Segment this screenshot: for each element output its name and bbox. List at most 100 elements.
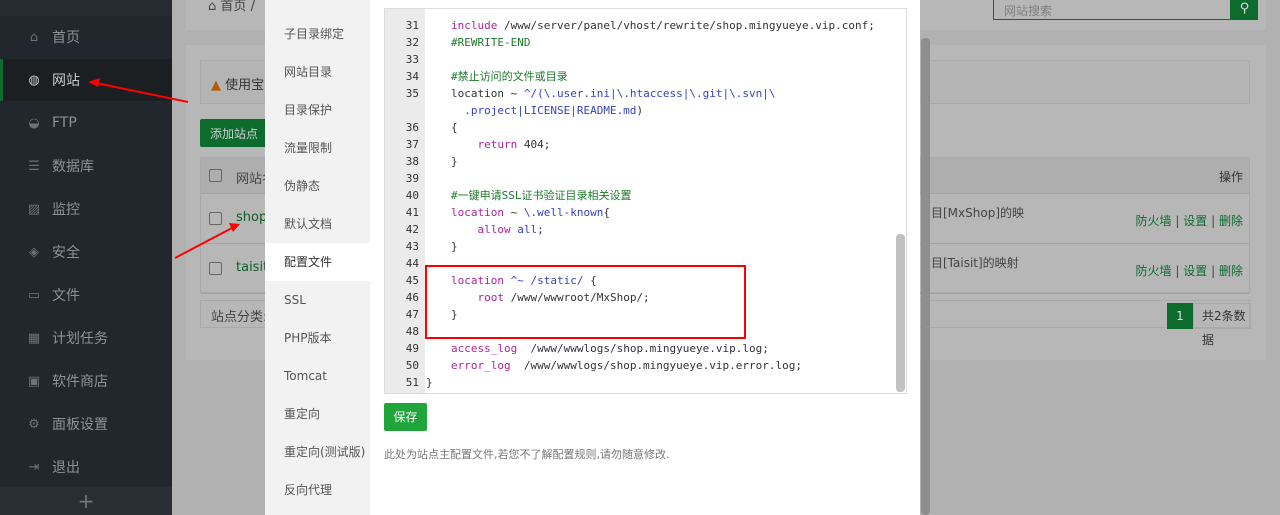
ftp-icon: ◒ [28,115,40,131]
settings-menu-item[interactable]: 目录保护 [265,91,370,129]
delete-link[interactable]: 删除 [1219,214,1243,228]
code-line: 33 [385,51,895,68]
code-token: #REWRITE-END [451,36,531,49]
code-token: } [451,240,458,253]
code-text: return 404; [451,136,550,153]
settings-menu-item[interactable]: SSL [265,281,370,319]
code-token: #禁止访问的文件或目录 [451,70,568,83]
code-line: 34 #禁止访问的文件或目录 [385,68,895,85]
sidebar-item-6[interactable]: ▭ 文件 [0,274,172,316]
code-line: 38} [385,153,895,170]
sidebar-item-2[interactable]: ◒ FTP [0,102,172,144]
code-line: 40 #一键申请SSL证书验证目录相关设置 [385,187,895,204]
line-number: 39 [405,172,419,185]
sidebar-item-5[interactable]: ◈ 安全 [0,231,172,273]
category-label[interactable]: 站点分类: [211,306,267,325]
sidebar-item-label: 首页 [52,30,80,46]
home-icon: ⌂ [29,29,39,45]
add-site-button[interactable]: 添加站点 [200,119,270,147]
settings-menu-item[interactable]: PHP版本 [265,319,370,357]
code-token: all [510,223,538,236]
settings-menu-item[interactable]: Tomcat [265,357,370,395]
settings-menu-item[interactable]: 默认文档 [265,205,370,243]
settings-menu-item[interactable]: 伪静态 [265,167,370,205]
code-line: 39 [385,170,895,187]
code-text: location ~ ^/(\.user.ini|\.htaccess|\.gi… [451,85,776,102]
code-text: access_log /www/wwwlogs/shop.mingyueye.v… [451,340,769,357]
settings-link[interactable]: 设置 [1183,264,1207,278]
sidebar-item-1[interactable]: ◍ 网站 [0,59,172,101]
line-number: 40 [405,189,419,202]
code-line: 49 access_log /www/wwwlogs/shop.mingyueye… [385,340,895,357]
settings-menu-item[interactable]: 流量限制 [265,129,370,167]
code-token: location [451,206,504,219]
gear-icon: ⚙ [28,416,40,432]
page-1-button[interactable]: 1 [1167,303,1193,329]
row-checkbox[interactable] [209,212,222,225]
code-text: { [451,119,458,136]
sidebar-item-label: 面板设置 [52,417,108,433]
search-icon[interactable]: ⚲ [1231,0,1258,20]
editor-scrollbar[interactable] [896,234,905,392]
code-token: error_log [451,359,511,372]
code-token: } [451,155,458,168]
line-number: 46 [405,291,419,304]
sidebar-item-0[interactable]: ⌂ 首页 [0,16,172,58]
code-line: 51} [385,374,895,391]
site-desc: 目[MxShop]的映 [931,206,1025,220]
settings-menu-item[interactable]: 网站目录 [265,53,370,91]
sidebar-item-3[interactable]: ☰ 数据库 [0,145,172,187]
code-token: { [451,121,458,134]
code-token: 404; [517,138,551,151]
sidebar-item-9[interactable]: ⚙ 面板设置 [0,403,172,445]
sidebar-item-label: 计划任务 [52,331,108,347]
save-button[interactable]: 保存 [384,403,427,431]
code-text: .project|LICENSE|README.md) [451,102,643,119]
line-number: 37 [405,138,419,151]
config-note: 此处为站点主配置文件,若您不了解配置规则,请勿随意修改. [384,448,670,461]
search-input[interactable]: 网站搜索 [993,0,1231,20]
total-count: 共2条数据 [1193,303,1251,347]
line-number: 44 [405,257,419,270]
settings-menu-item[interactable]: 重定向(测试版) [265,433,370,471]
code-token: ^/(\.user.ini|\.htaccess|\.git|\.svn|\ [523,87,776,100]
settings-menu-item[interactable]: 子目录绑定 [265,15,370,53]
firewall-link[interactable]: 防火墙 [1136,264,1172,278]
code-line: 31 include /www/server/panel/vhost/rewrit… [385,17,895,34]
code-text: } [426,374,433,391]
code-line: 35 location ~ ^/(\.user.ini|\.htaccess|\.… [385,85,895,102]
sidebar-item-4[interactable]: ▨ 监控 [0,188,172,230]
settings-menu: 子目录绑定 网站目录 目录保护 流量限制 伪静态 默认文档 配置文件 SSL PHP版本 Tomc… [265,0,370,515]
database-icon: ☰ [28,158,40,174]
calendar-icon: ▦ [27,330,41,346]
code-token: /www/server/panel/vhost/rewrite/shop.min… [497,19,875,32]
sidebar-item-7[interactable]: ▦ 计划任务 [0,317,172,359]
delete-link[interactable]: 删除 [1219,264,1243,278]
code-token: ) [636,104,644,117]
line-number: 42 [405,223,419,236]
code-token: /www/wwwlogs/shop.mingyueye.vip.log; [517,342,769,355]
line-number: 48 [405,325,419,338]
row-checkbox[interactable] [209,262,222,275]
breadcrumb-home[interactable]: 首页 [220,0,246,14]
sidebar-item-8[interactable]: ▣ 软件商店 [0,360,172,402]
code-text: #一键申请SSL证书验证目录相关设置 [451,187,632,204]
line-number: 43 [405,240,419,253]
sidebar-item-label: 退出 [52,460,80,476]
firewall-link[interactable]: 防火墙 [1136,214,1172,228]
code-text: } [451,238,458,255]
select-all-checkbox[interactable] [209,169,222,182]
add-icon[interactable]: + [0,487,172,515]
header-ops: 操作 [1218,170,1243,184]
settings-menu-item[interactable]: 配置文件 [265,243,370,281]
modal-scrollbar[interactable] [921,38,930,515]
code-token: #一键申请SSL证书验证目录相关设置 [451,189,632,202]
code-token: } [426,376,433,389]
settings-menu-item[interactable]: 重定向 [265,395,370,433]
code-text: error_log /www/wwwlogs/shop.mingyueye.vi… [451,357,802,374]
sidebar-item-label: FTP [52,115,77,131]
settings-menu-item[interactable]: 反向代理 [265,471,370,509]
settings-link[interactable]: 设置 [1183,214,1207,228]
code-token: /www/wwwlogs/shop.mingyueye.vip.error.lo… [510,359,803,372]
sidebar-item-10[interactable]: ⇥ 退出 [0,446,172,488]
